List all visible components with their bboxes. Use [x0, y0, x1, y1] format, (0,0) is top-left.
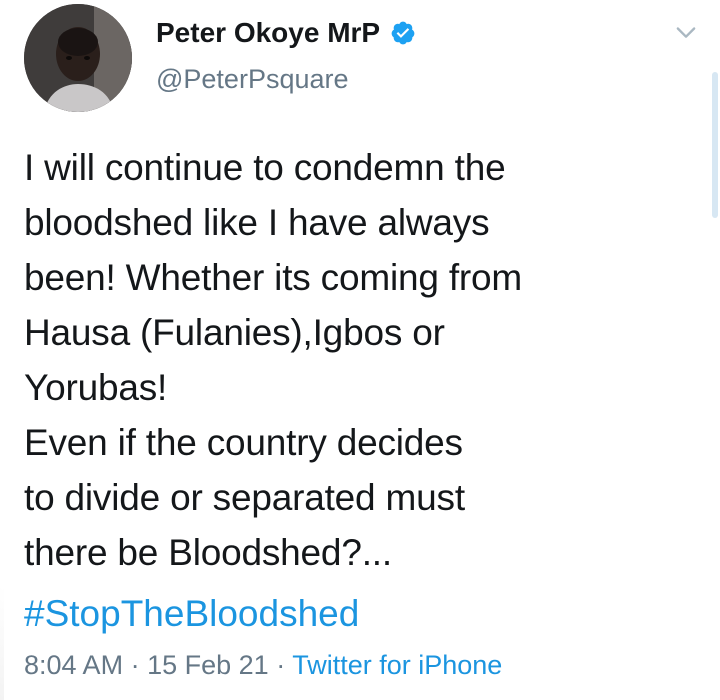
- hashtag-link[interactable]: #StopTheBloodshed: [24, 586, 359, 641]
- tweet-text: I will continue to condemn the bloodshed…: [24, 147, 523, 573]
- scrollbar[interactable]: [712, 72, 718, 218]
- display-name-row: Peter Okoye MrP: [156, 17, 416, 49]
- tweet-time: 8:04 AM: [24, 650, 124, 680]
- display-name[interactable]: Peter Okoye MrP: [156, 17, 380, 49]
- thread-divider: [0, 586, 4, 700]
- tweet-date: 15 Feb 21: [147, 650, 269, 680]
- meta-separator: ·: [276, 650, 286, 680]
- tweet-source-link[interactable]: Twitter for iPhone: [292, 650, 502, 680]
- avatar[interactable]: [24, 4, 132, 112]
- tweet-meta: 8:04 AM · 15 Feb 21 · Twitter for iPhone: [24, 650, 502, 681]
- user-handle[interactable]: @PeterPsquare: [156, 64, 349, 95]
- profile-photo-icon: [24, 4, 132, 112]
- chevron-down-icon[interactable]: [672, 18, 700, 46]
- verified-badge-icon: [391, 21, 415, 45]
- meta-separator: ·: [130, 650, 140, 680]
